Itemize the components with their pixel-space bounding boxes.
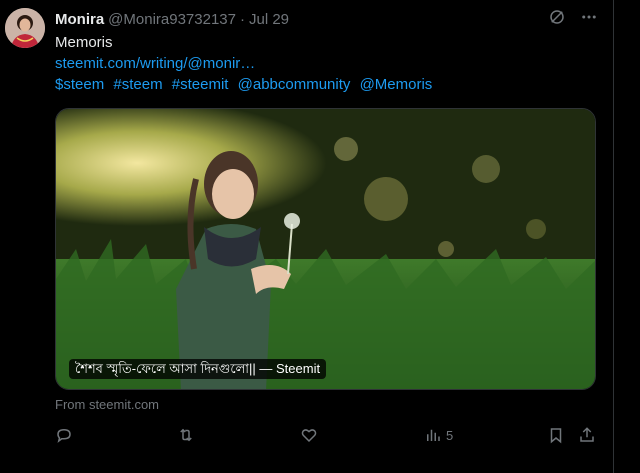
views-button[interactable]: 5 bbox=[424, 426, 453, 444]
views-count: 5 bbox=[446, 427, 454, 443]
author-handle[interactable]: @Monira93732137 bbox=[108, 11, 236, 28]
cashtag-steem[interactable]: $steem bbox=[55, 76, 104, 93]
retweet-icon bbox=[180, 428, 192, 442]
separator-dot: · bbox=[240, 10, 245, 28]
share-icon bbox=[580, 427, 594, 442]
tweet-date[interactable]: Jul 29 bbox=[249, 11, 289, 28]
mention-memoris[interactable]: @Memoris bbox=[360, 76, 433, 93]
tweet-title: Memoris bbox=[55, 34, 113, 51]
tweet-link[interactable]: steemit.com/writing/@monir… bbox=[55, 54, 255, 74]
tweet-header: Monira @Monira93732137 · Jul 29 bbox=[55, 9, 289, 29]
share-button[interactable] bbox=[578, 426, 596, 444]
avatar-image bbox=[5, 8, 45, 48]
author-name[interactable]: Monira bbox=[55, 11, 104, 28]
hashtag-steemit[interactable]: #steemit bbox=[172, 76, 229, 93]
card-source[interactable]: From steemit.com bbox=[55, 397, 159, 412]
views-icon bbox=[427, 429, 440, 441]
column-divider bbox=[613, 0, 614, 473]
hashtag-steem[interactable]: #steem bbox=[113, 76, 162, 93]
bookmark-button[interactable] bbox=[547, 426, 565, 444]
like-icon bbox=[301, 429, 317, 443]
retweet-button[interactable] bbox=[177, 426, 195, 444]
card-image bbox=[56, 109, 595, 389]
more-icon[interactable] bbox=[580, 8, 598, 26]
link-card[interactable]: শৈশব স্মৃতি-ফেলে আসা দিনগুলো|| — Steemit bbox=[55, 108, 596, 390]
mention-abbcommunity[interactable]: @abbcommunity bbox=[238, 76, 351, 93]
reply-icon bbox=[57, 428, 71, 443]
tweet-tags: $steem #steem #steemit @abbcommunity @Me… bbox=[55, 75, 437, 95]
like-button[interactable] bbox=[300, 426, 318, 444]
reply-button[interactable] bbox=[55, 426, 73, 444]
bookmark-icon bbox=[550, 428, 562, 444]
avatar[interactable] bbox=[5, 8, 45, 48]
action-bar: 5 bbox=[0, 426, 613, 448]
card-title: শৈশব স্মৃতি-ফেলে আসা দিনগুলো|| — Steemit bbox=[69, 359, 327, 379]
grok-icon[interactable] bbox=[548, 8, 566, 26]
